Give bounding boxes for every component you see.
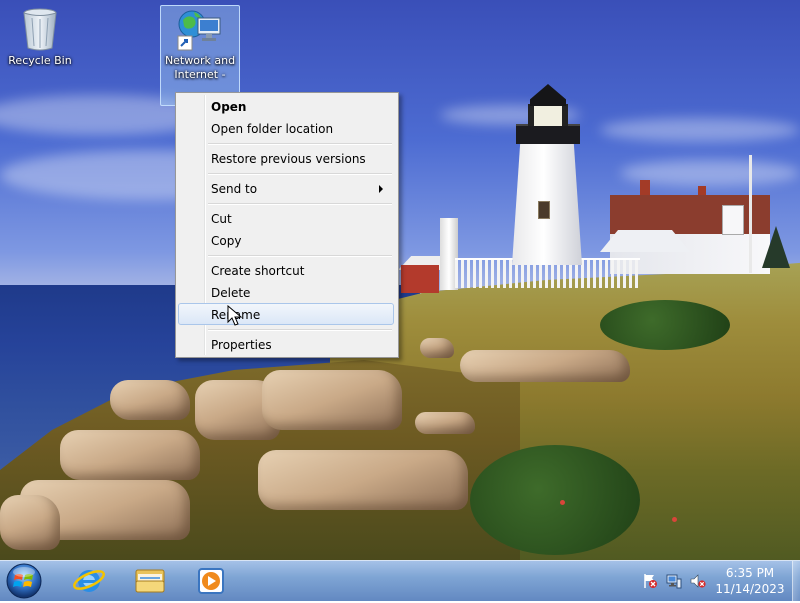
network-shortcut-icon [177,10,221,51]
desktop-icon-label-line1: Network and [164,54,236,67]
rock [0,495,60,550]
menu-item-label: Open [211,100,247,114]
desktop-wallpaper[interactable] [0,0,800,560]
menu-item-label: Open folder location [211,122,334,136]
dormer-window [722,205,744,235]
menu-item-label: Cut [211,212,232,226]
lighthouse-lantern [528,104,568,126]
lighthouse-gallery [516,124,580,144]
menu-item-send-to[interactable]: Send to [178,177,394,199]
taskbar-windows-explorer[interactable] [124,563,178,599]
volume-muted-icon[interactable] [690,573,706,589]
menu-item-label: Delete [211,286,251,300]
mouse-pointer-icon [227,305,243,326]
media-player-icon [198,568,224,594]
menu-item-label: Copy [211,234,242,248]
lighthouse-window [538,201,550,219]
show-desktop-button[interactable] [792,561,800,601]
clock-date: 11/14/2023 [715,582,785,596]
menu-separator [208,329,392,331]
rock [460,350,630,382]
desktop-icon-network-shortcut[interactable]: Network and Internet - [160,5,240,106]
flower [560,500,565,505]
menu-item-create-shortcut[interactable]: Create shortcut [178,259,394,281]
taskbar-clock[interactable]: 6:35 PM 11/14/2023 [712,565,788,597]
menu-separator [208,173,392,175]
cloud [600,118,800,142]
menu-item-label: Create shortcut [211,264,305,278]
internet-explorer-icon [73,570,105,592]
rock [60,430,200,480]
menu-separator [208,203,392,205]
menu-separator [208,143,392,145]
desktop-icon-label: Recycle Bin [8,54,72,67]
taskbar-media-player[interactable] [184,563,238,599]
menu-item-restore-previous-versions[interactable]: Restore previous versions [178,147,394,169]
context-menu: Open Open folder location Restore previo… [175,92,399,358]
menu-item-delete[interactable]: Delete [178,281,394,303]
menu-item-label: Restore previous versions [211,152,366,166]
bush [600,300,730,350]
rock [415,412,475,434]
menu-item-label: Send to [211,182,258,196]
flag-pole [749,155,752,273]
menu-separator [208,255,392,257]
desktop-icon-recycle-bin[interactable]: Recycle Bin [1,6,79,76]
menu-item-rename[interactable]: Rename [178,303,394,325]
lighthouse-cap [530,84,566,106]
menu-item-copy[interactable]: Copy [178,229,394,251]
rock [420,338,454,358]
menu-item-open[interactable]: Open [178,95,394,117]
start-button[interactable] [4,562,44,600]
action-center-flag-icon[interactable] [642,573,658,589]
taskbar-internet-explorer[interactable] [62,563,116,599]
clock-time: 6:35 PM [725,566,775,580]
flower [672,517,677,522]
rock [258,450,468,510]
rock [110,380,190,420]
menu-item-properties[interactable]: Properties [178,333,394,355]
menu-item-cut[interactable]: Cut [178,207,394,229]
folder-icon [135,569,165,593]
bush [470,445,640,555]
recycle-bin-icon [23,8,57,51]
rock [262,370,402,430]
menu-item-label: Properties [211,338,272,352]
submenu-arrow-icon [379,185,383,193]
taskbar: 6:35 PM 11/14/2023 [0,560,800,601]
red-shed [401,265,439,293]
menu-item-open-folder-location[interactable]: Open folder location [178,117,394,139]
desktop-icon-label-line2: Internet - [174,68,226,81]
network-icon[interactable] [666,573,682,589]
